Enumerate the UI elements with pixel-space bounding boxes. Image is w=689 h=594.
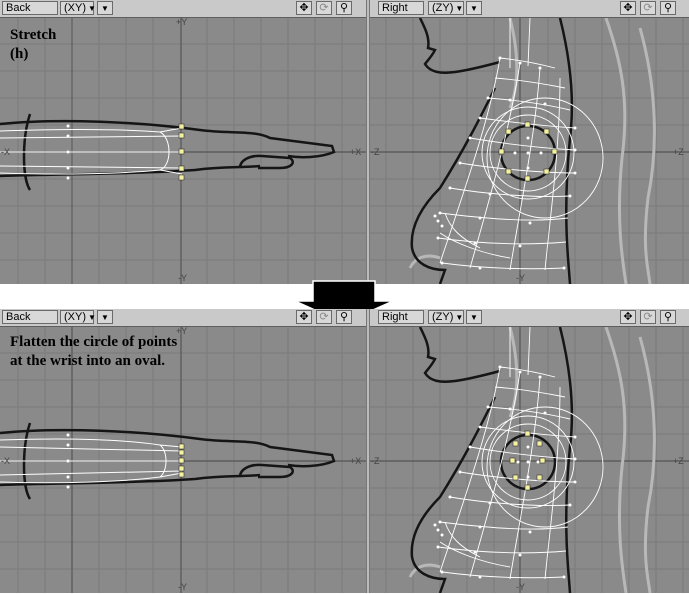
rotate-icon[interactable]: ⟳ <box>316 310 332 324</box>
view-name-label: Back <box>6 2 31 14</box>
view-name-label: Right <box>382 2 408 14</box>
move-icon[interactable]: ✥ <box>296 1 312 15</box>
right-canvas <box>370 327 689 593</box>
zoom-icon[interactable]: ⚲ <box>336 310 352 324</box>
axis-label-left: -Z <box>371 147 380 157</box>
projection-label: (ZY) <box>432 311 454 323</box>
axis-label-bottom: -Y <box>178 273 187 283</box>
down-arrow-icon: ▼ <box>470 4 478 13</box>
move-icon[interactable]: ✥ <box>296 310 312 324</box>
dropdown-arrow-icon: ▼ <box>88 313 96 322</box>
view-menu-button[interactable]: ▼ <box>97 310 113 324</box>
caption-line-2: at the wrist into an oval. <box>10 353 165 369</box>
caption-line-1: Stretch <box>10 27 57 43</box>
bottom-panel: Back (XY) ▼ ▼ ✥ ⟳ ⚲ +Y -Y -X +X Flatten … <box>0 309 689 593</box>
down-arrow-icon: ▼ <box>470 313 478 322</box>
dropdown-arrow-icon: ▼ <box>455 313 464 322</box>
projection-dropdown[interactable]: (ZY) ▼ <box>428 310 464 324</box>
zoom-icon[interactable]: ⚲ <box>660 310 676 324</box>
rotate-icon[interactable]: ⟳ <box>316 1 332 15</box>
axis-label-right: +Z <box>673 147 684 157</box>
view-name-label: Back <box>6 311 31 323</box>
projection-label: (XY) <box>64 311 86 323</box>
axis-label-left: -X <box>1 147 10 157</box>
projection-dropdown[interactable]: (XY) ▼ <box>60 1 96 15</box>
step-caption: Flatten the circle of points at the wris… <box>10 333 177 371</box>
view-menu-button[interactable]: ▼ <box>466 310 482 324</box>
view-type-button[interactable]: Back <box>2 1 58 15</box>
caption-line-1: Flatten the circle of points <box>10 334 178 350</box>
view-type-button[interactable]: Back <box>2 310 58 324</box>
axis-label-left: -X <box>1 456 10 466</box>
right-canvas <box>370 18 689 284</box>
move-icon[interactable]: ✥ <box>620 310 636 324</box>
dropdown-arrow-icon: ▼ <box>455 4 464 13</box>
down-arrow-icon: ▼ <box>101 4 109 13</box>
projection-label: (ZY) <box>432 2 454 14</box>
axis-label-right: +Z <box>673 456 684 466</box>
projection-dropdown[interactable]: (ZY) ▼ <box>428 1 464 15</box>
axis-label-right: +X <box>350 456 362 466</box>
step-caption: Stretch (h) <box>10 26 56 64</box>
axis-label-top: +Y <box>176 326 188 336</box>
down-arrow-icon: ▼ <box>101 313 109 322</box>
axis-label-bottom: -Y <box>516 582 525 592</box>
back-viewport-bottom[interactable]: Back (XY) ▼ ▼ ✥ ⟳ ⚲ +Y -Y -X +X Flatten … <box>0 309 366 593</box>
rotate-icon[interactable]: ⟳ <box>640 310 656 324</box>
view-type-button[interactable]: Right <box>378 1 424 15</box>
view-menu-button[interactable]: ▼ <box>97 1 113 15</box>
back-viewport-top[interactable]: Back (XY) ▼ ▼ ✥ ⟳ ⚲ +Y -Y -X +X Stretch … <box>0 0 366 284</box>
axis-label-top: +Y <box>176 17 188 27</box>
view-menu-button[interactable]: ▼ <box>466 1 482 15</box>
axis-label-right: +X <box>350 147 362 157</box>
view-type-button[interactable]: Right <box>378 310 424 324</box>
rotate-icon[interactable]: ⟳ <box>640 1 656 15</box>
move-icon[interactable]: ✥ <box>620 1 636 15</box>
right-viewport-bottom[interactable]: Right (ZY) ▼ ▼ ✥ ⟳ ⚲ -Y -Z +Z <box>370 309 689 593</box>
projection-dropdown[interactable]: (XY) ▼ <box>60 310 96 324</box>
projection-label: (XY) <box>64 2 86 14</box>
right-viewport-top[interactable]: Right (ZY) ▼ ▼ ✥ ⟳ ⚲ -Y -Z +Z <box>370 0 689 284</box>
view-name-label: Right <box>382 311 408 323</box>
zoom-icon[interactable]: ⚲ <box>336 1 352 15</box>
viewport-header: Back (XY) ▼ ▼ ✥ ⟳ ⚲ <box>0 0 366 18</box>
viewport-header: Right (ZY) ▼ ▼ ✥ ⟳ ⚲ <box>370 0 689 18</box>
caption-line-2: (h) <box>10 46 29 62</box>
viewport-header: Right (ZY) ▼ ▼ ✥ ⟳ ⚲ <box>370 309 689 327</box>
top-panel: Back (XY) ▼ ▼ ✥ ⟳ ⚲ +Y -Y -X +X Stretch … <box>0 0 689 284</box>
axis-label-bottom: -Y <box>516 273 525 283</box>
zoom-icon[interactable]: ⚲ <box>660 1 676 15</box>
axis-label-bottom: -Y <box>178 582 187 592</box>
axis-label-left: -Z <box>371 456 380 466</box>
viewport-header: Back (XY) ▼ ▼ ✥ ⟳ ⚲ <box>0 309 366 327</box>
dropdown-arrow-icon: ▼ <box>88 4 96 13</box>
